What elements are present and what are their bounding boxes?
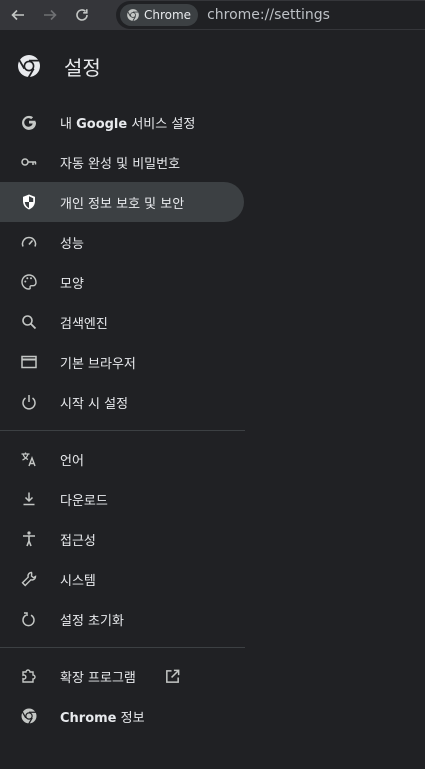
sidebar-item-label: 검색엔진 — [60, 316, 108, 332]
sidebar-item-label: 자동 완성 및 비밀번호 — [60, 156, 181, 172]
sidebar-item-about-chrome[interactable]: Chrome 정보 — [0, 696, 244, 736]
page-title: 설정 — [64, 55, 101, 80]
browser-toolbar: Chrome chrome://settings — [0, 0, 425, 30]
sidebar-item-system[interactable]: 시스템 — [0, 559, 244, 599]
sidebar-item-label: 확장 프로그램 — [60, 670, 136, 686]
sidebar-item-label: 다운로드 — [60, 493, 108, 509]
browser-window-icon — [20, 353, 38, 371]
address-bar[interactable]: Chrome chrome://settings — [116, 1, 425, 29]
puzzle-icon — [20, 667, 38, 685]
sidebar-item-label: 시스템 — [60, 573, 96, 589]
forward-arrow-icon — [44, 9, 57, 21]
sidebar-item-accessibility[interactable]: 접근성 — [0, 519, 244, 559]
reload-icon — [76, 9, 88, 21]
sidebar-item-search-engine[interactable]: 검색엔진 — [0, 302, 244, 342]
settings-header: 설정 — [0, 38, 425, 94]
divider — [0, 430, 245, 431]
sidebar-item-label: 내 Google 서비스 설정 — [60, 116, 196, 132]
chrome-logo-icon — [18, 55, 40, 78]
speedometer-icon — [20, 233, 38, 251]
chrome-icon — [127, 9, 139, 22]
sidebar-item-label: 접근성 — [60, 533, 96, 549]
sidebar-item-autofill[interactable]: 자동 완성 및 비밀번호 — [0, 142, 244, 182]
sidebar-item-extensions[interactable]: 확장 프로그램 — [0, 656, 244, 696]
url-text[interactable]: chrome://settings — [207, 7, 330, 23]
sidebar-item-label: Chrome 정보 — [60, 710, 145, 726]
wrench-icon — [20, 570, 38, 588]
sidebar-item-google-services[interactable]: 내 Google 서비스 설정 — [0, 102, 244, 142]
sidebar-item-on-startup[interactable]: 시작 시 설정 — [0, 382, 244, 422]
key-icon — [20, 153, 38, 171]
back-arrow-icon — [11, 9, 24, 21]
google-icon — [20, 113, 38, 131]
sidebar-item-appearance[interactable]: 모양 — [0, 262, 244, 302]
sidebar-item-reset-settings[interactable]: 설정 초기화 — [0, 599, 244, 639]
sidebar-item-privacy-security[interactable]: 개인 정보 보호 및 보안 — [0, 182, 244, 222]
search-icon — [20, 313, 38, 331]
download-icon — [20, 490, 38, 508]
accessibility-icon — [20, 530, 38, 548]
chrome-icon — [20, 707, 38, 725]
site-chip-label: Chrome — [144, 8, 192, 22]
shield-icon — [20, 193, 38, 211]
forward-button[interactable] — [36, 1, 64, 29]
power-icon — [20, 393, 38, 411]
palette-icon — [20, 273, 38, 291]
sidebar-item-downloads[interactable]: 다운로드 — [0, 479, 244, 519]
reset-icon — [20, 610, 38, 628]
sidebar-item-default-browser[interactable]: 기본 브라우저 — [0, 342, 244, 382]
divider — [0, 647, 245, 648]
sidebar-item-label: 언어 — [60, 453, 84, 469]
settings-sidebar: 내 Google 서비스 설정 자동 완성 및 비밀번호 개인 정보 보호 및 … — [0, 102, 245, 736]
sidebar-item-label: 기본 브라우저 — [60, 356, 136, 372]
sidebar-item-performance[interactable]: 성능 — [0, 222, 244, 262]
external-link-icon — [166, 669, 180, 683]
sidebar-item-languages[interactable]: 언어 — [0, 439, 244, 479]
sidebar-item-label: 모양 — [60, 276, 84, 292]
translate-icon — [20, 450, 38, 468]
sidebar-item-label: 성능 — [60, 236, 84, 252]
sidebar-item-label: 시작 시 설정 — [60, 396, 129, 412]
sidebar-item-label: 개인 정보 보호 및 보안 — [60, 196, 185, 212]
sidebar-item-label: 설정 초기화 — [60, 613, 124, 629]
site-chip[interactable]: Chrome — [120, 4, 199, 26]
back-button[interactable] — [4, 1, 32, 29]
reload-button[interactable] — [68, 1, 96, 29]
